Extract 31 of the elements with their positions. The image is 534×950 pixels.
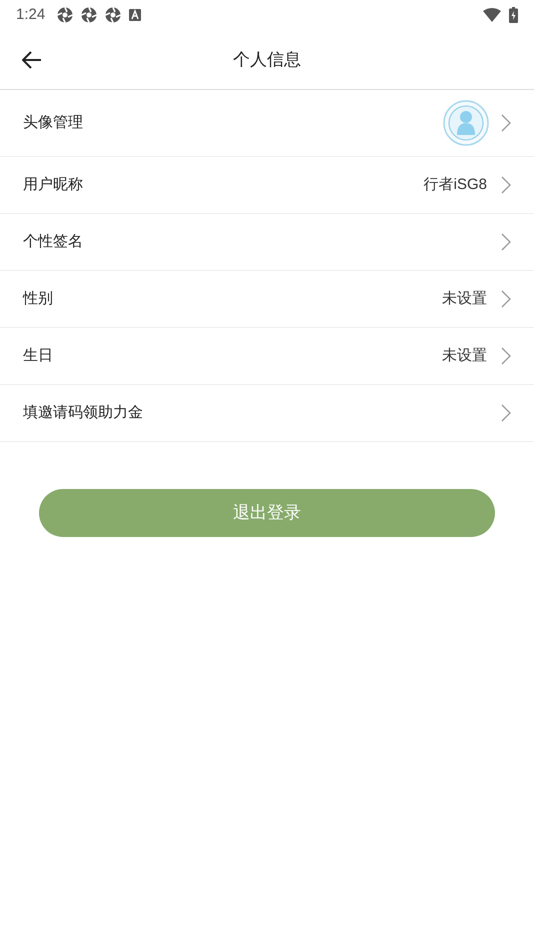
settings-row[interactable]: 头像管理 (0, 90, 534, 157)
row-label: 个性签名 (23, 232, 84, 252)
chevron-right-icon (501, 114, 511, 132)
row-label: 用户昵称 (23, 174, 84, 195)
row-label: 生日 (23, 346, 54, 366)
wifi-icon (483, 8, 501, 22)
chevron-right-icon (501, 176, 511, 194)
settings-row[interactable]: 性别 未设置 (0, 271, 534, 328)
chevron-right-icon (501, 233, 511, 251)
row-value: 未设置 (442, 346, 487, 366)
row-label: 头像管理 (23, 112, 84, 133)
settings-row[interactable]: 个性签名 (0, 214, 534, 271)
app-notification-icon (81, 7, 98, 23)
chevron-right-icon (501, 404, 511, 422)
chevron-right-icon (501, 347, 511, 365)
keyboard-notification-icon (129, 9, 142, 21)
chevron-right-icon (501, 290, 511, 308)
status-time: 1:24 (16, 4, 46, 25)
page-title: 个人信息 (233, 50, 301, 68)
app-notification-icon (57, 7, 74, 23)
settings-row[interactable]: 填邀请码领助力金 (0, 385, 534, 442)
arrow-left-icon (22, 50, 42, 68)
battery-charging-icon (509, 7, 518, 23)
settings-row[interactable]: 用户昵称 行者iSG8 (0, 157, 534, 214)
row-value: 行者iSG8 (424, 174, 487, 195)
app-notification-icon (105, 7, 122, 23)
row-label: 性别 (23, 288, 54, 309)
row-label: 填邀请码领助力金 (23, 402, 144, 423)
row-value: 未设置 (442, 288, 487, 309)
avatar-icon (443, 100, 489, 146)
settings-row[interactable]: 生日 未设置 (0, 328, 534, 385)
